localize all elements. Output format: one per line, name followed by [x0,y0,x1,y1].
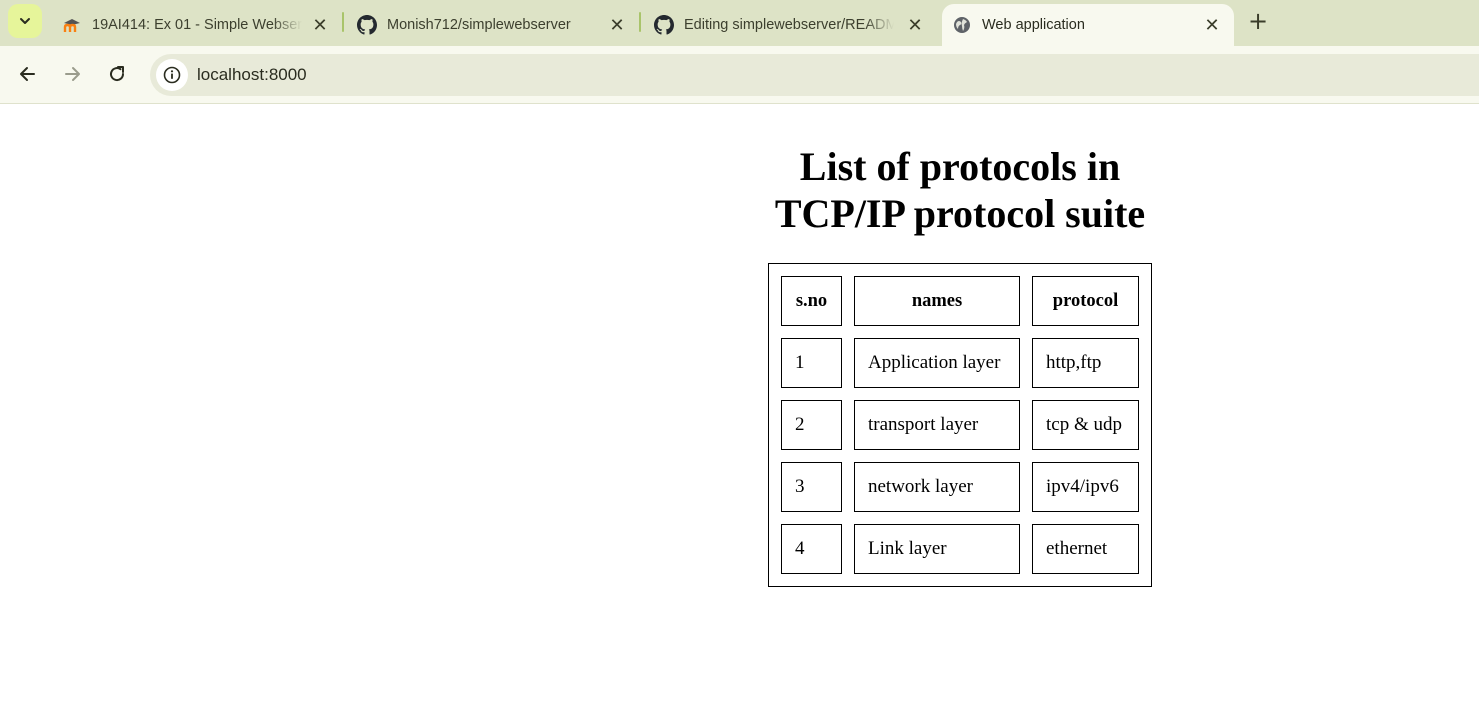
github-icon [357,15,377,35]
column-header-protocol: protocol [1032,276,1139,326]
column-header-names: names [854,276,1020,326]
cell-name: Link layer [854,524,1020,574]
tab-title: Editing simplewebserver/README.md [684,17,894,33]
table-row: 2 transport layer tcp & udp [781,400,1139,450]
new-tab-button[interactable]: + [1245,7,1271,35]
protocols-table: s.no names protocol 1 Application layer … [768,263,1152,587]
page-heading: List of protocols in TCP/IP protocol sui… [774,144,1146,236]
cell-protocol: http,ftp [1032,338,1139,388]
cell-name: transport layer [854,400,1020,450]
tab-title: Monish712/simplewebserver [387,17,571,33]
cell-sno: 4 [781,524,842,574]
close-icon[interactable]: ✕ [607,15,627,35]
tab-strip: 19AI414: Ex 01 - Simple Webserver ✕ Moni… [0,0,1479,46]
tab-web-application[interactable]: Web application ✕ [942,4,1234,46]
table-row: 1 Application layer http,ftp [781,338,1139,388]
tab-title: 19AI414: Ex 01 - Simple Webserver [92,17,302,33]
url-text: localhost:8000 [197,65,307,84]
back-button[interactable] [13,59,43,89]
site-info-button[interactable] [156,59,188,91]
cell-sno: 2 [781,400,842,450]
tab-github-editing[interactable]: Editing simplewebserver/README.md ✕ [642,4,937,46]
arrow-left-icon [20,67,35,81]
column-header-sno: s.no [781,276,842,326]
table-row: 3 network layer ipv4/ipv6 [781,462,1139,512]
cell-name: network layer [854,462,1020,512]
address-bar[interactable]: localhost:8000 [150,54,1479,96]
chevron-down-icon [20,18,30,24]
table-header-row: s.no names protocol [781,276,1139,326]
cell-sno: 3 [781,462,842,512]
tab-separator [639,12,641,32]
cell-protocol: ethernet [1032,524,1139,574]
table-row: 4 Link layer ethernet [781,524,1139,574]
info-icon [163,66,181,84]
reload-icon [110,66,125,82]
arrow-right-icon [65,67,80,81]
tab-title: Web application [982,17,1085,33]
browser-toolbar: localhost:8000 [0,46,1479,104]
moodle-icon [62,15,82,35]
tab-github-repo[interactable]: Monish712/simplewebserver ✕ [345,4,639,46]
cell-name: Application layer [854,338,1020,388]
close-icon[interactable]: ✕ [1202,15,1222,35]
page-viewport: List of protocols in TCP/IP protocol sui… [0,105,1479,728]
globe-icon [952,15,972,35]
tab-search-button[interactable] [8,4,42,38]
close-icon[interactable]: ✕ [905,15,925,35]
github-icon [654,15,674,35]
close-icon[interactable]: ✕ [310,15,330,35]
cell-protocol: ipv4/ipv6 [1032,462,1139,512]
cell-sno: 1 [781,338,842,388]
tab-separator [342,12,344,32]
forward-button[interactable] [57,59,87,89]
reload-button[interactable] [102,59,132,89]
cell-protocol: tcp & udp [1032,400,1139,450]
tab-moodle[interactable]: 19AI414: Ex 01 - Simple Webserver ✕ [50,4,342,46]
